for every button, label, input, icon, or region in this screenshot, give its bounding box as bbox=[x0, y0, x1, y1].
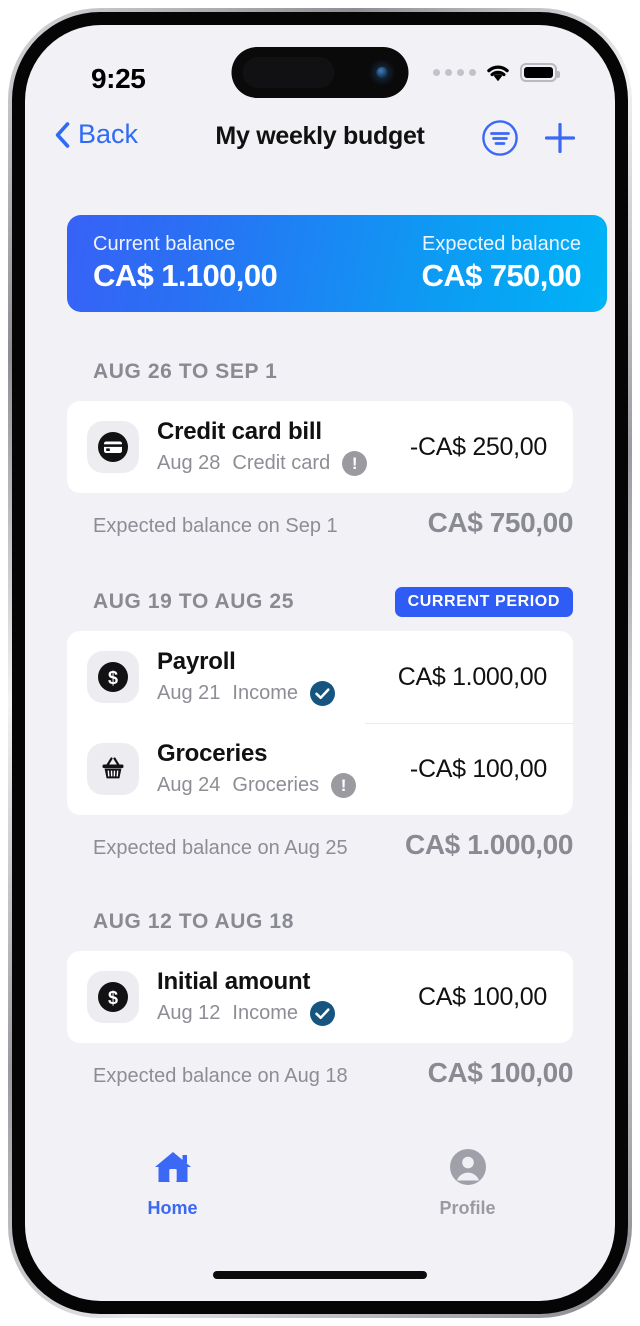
transaction-card: $ Payroll Aug 21 Income CA$ 1.000,00 Gro… bbox=[67, 631, 573, 815]
profile-avatar-icon bbox=[448, 1147, 488, 1192]
balance-summary-card[interactable]: Current balance CA$ 1.100,00 Expected ba… bbox=[67, 215, 607, 312]
dollar-coin-icon: $ bbox=[87, 651, 139, 703]
expected-balance-footer-label: Expected balance on Sep 1 bbox=[93, 515, 338, 537]
transaction-category: Credit card bbox=[232, 451, 331, 474]
tab-home[interactable]: Home bbox=[25, 1147, 320, 1219]
transaction-category: Income bbox=[232, 681, 298, 704]
back-label: Back bbox=[78, 119, 139, 149]
transaction-amount: -CA$ 100,00 bbox=[409, 754, 547, 783]
transaction-meta: Aug 24 Groceries bbox=[157, 772, 410, 798]
transaction-details: Groceries Aug 24 Groceries bbox=[157, 740, 410, 798]
expected-balance-footer-value: CA$ 750,00 bbox=[427, 507, 574, 538]
basket-icon bbox=[87, 743, 139, 795]
expected-balance-footer-value: CA$ 100,00 bbox=[427, 1057, 574, 1088]
warning-icon bbox=[342, 450, 368, 476]
section-footer: Expected balance on Aug 25 CA$ 1.000,00 bbox=[93, 829, 573, 861]
current-balance-label: Current balance bbox=[93, 232, 236, 255]
transaction-amount: -CA$ 250,00 bbox=[409, 432, 547, 461]
table-row[interactable]: $ Payroll Aug 21 Income CA$ 1.000,00 bbox=[67, 631, 573, 723]
section-header: AUG 26 TO SEP 1 bbox=[93, 355, 573, 389]
status-bar: 9:25 bbox=[25, 25, 615, 101]
current-balance-value: CA$ 1.100,00 bbox=[93, 257, 278, 293]
transaction-meta: Aug 28 Credit card bbox=[157, 450, 410, 476]
section-footer: Expected balance on Aug 18 CA$ 100,00 bbox=[93, 1057, 573, 1089]
transaction-meta: Aug 21 Income bbox=[157, 680, 398, 706]
section-header: AUG 19 TO AUG 25 CURRENT PERIOD bbox=[93, 585, 573, 619]
transaction-name: Payroll bbox=[157, 648, 236, 676]
svg-text:$: $ bbox=[108, 988, 118, 1008]
transaction-name: Credit card bill bbox=[157, 418, 322, 446]
section-header: AUG 12 TO AUG 18 bbox=[93, 905, 573, 939]
bottom-tab-bar: Home Profile bbox=[25, 1135, 615, 1231]
chevron-left-icon bbox=[55, 121, 70, 148]
period-section-aug12-aug18: AUG 12 TO AUG 18 $ Initial amount Aug 12… bbox=[25, 905, 615, 1089]
transaction-meta: Aug 12 Income bbox=[157, 1000, 418, 1026]
page-title: My weekly budget bbox=[215, 122, 425, 150]
section-title: AUG 12 TO AUG 18 bbox=[93, 910, 294, 933]
status-time: 9:25 bbox=[91, 63, 146, 94]
navigation-bar: Back My weekly budget bbox=[25, 111, 615, 173]
tab-profile[interactable]: Profile bbox=[320, 1147, 615, 1219]
section-footer: Expected balance on Sep 1 CA$ 750,00 bbox=[93, 507, 573, 539]
transaction-name: Groceries bbox=[157, 740, 268, 768]
svg-text:$: $ bbox=[108, 668, 118, 688]
expected-balance-footer-label: Expected balance on Aug 18 bbox=[93, 1065, 348, 1087]
home-indicator[interactable] bbox=[213, 1271, 427, 1279]
expected-balance-block: Expected balance CA$ 750,00 bbox=[421, 232, 582, 296]
table-row[interactable]: Credit card bill Aug 28 Credit card -CA$… bbox=[67, 401, 573, 493]
transaction-amount: CA$ 1.000,00 bbox=[397, 662, 548, 691]
expected-balance-value: CA$ 750,00 bbox=[421, 257, 582, 293]
battery-full-icon bbox=[520, 63, 560, 82]
dollar-coin-icon: $ bbox=[87, 971, 139, 1023]
section-title: AUG 19 TO AUG 25 bbox=[93, 590, 294, 613]
period-section-aug26-sep1: AUG 26 TO SEP 1 Credit card bill Aug 28 … bbox=[25, 355, 615, 539]
home-icon bbox=[151, 1147, 195, 1192]
transaction-date: Aug 28 bbox=[157, 451, 221, 474]
front-camera-icon bbox=[368, 59, 396, 86]
back-button[interactable]: Back bbox=[55, 119, 138, 150]
check-circle-icon bbox=[309, 1000, 335, 1026]
period-section-aug19-aug25: AUG 19 TO AUG 25 CURRENT PERIOD $ Payrol… bbox=[25, 585, 615, 861]
transaction-details: Credit card bill Aug 28 Credit card bbox=[157, 418, 410, 476]
status-badge: CURRENT PERIOD bbox=[394, 587, 573, 617]
cellular-dots-icon bbox=[433, 69, 476, 76]
transaction-amount: CA$ 100,00 bbox=[417, 982, 547, 1011]
check-circle-icon bbox=[309, 680, 335, 706]
table-row[interactable]: $ Initial amount Aug 12 Income CA$ 100,0… bbox=[67, 951, 573, 1043]
table-row[interactable]: Groceries Aug 24 Groceries -CA$ 100,00 bbox=[67, 723, 573, 815]
phone-frame: 9:25 Back My weekly budget Current balan… bbox=[8, 8, 632, 1318]
status-indicators bbox=[433, 63, 560, 82]
transaction-date: Aug 12 bbox=[157, 1001, 221, 1024]
tab-home-label: Home bbox=[147, 1198, 198, 1218]
credit-card-icon bbox=[87, 421, 139, 473]
transaction-date: Aug 24 bbox=[157, 773, 221, 796]
transaction-category: Income bbox=[232, 1001, 298, 1024]
warning-icon bbox=[331, 772, 357, 798]
phone-screen: 9:25 Back My weekly budget Current balan… bbox=[25, 25, 615, 1301]
dynamic-island bbox=[231, 47, 409, 98]
expected-balance-footer-value: CA$ 1.000,00 bbox=[405, 829, 573, 860]
transaction-date: Aug 21 bbox=[157, 681, 221, 704]
filter-sort-icon[interactable] bbox=[481, 119, 519, 157]
transaction-card: Credit card bill Aug 28 Credit card -CA$… bbox=[67, 401, 573, 493]
current-balance-block: Current balance CA$ 1.100,00 bbox=[93, 232, 278, 296]
transaction-name: Initial amount bbox=[157, 968, 311, 996]
wifi-icon bbox=[485, 63, 511, 82]
expected-balance-footer-label: Expected balance on Aug 25 bbox=[93, 837, 348, 859]
add-transaction-button[interactable] bbox=[543, 121, 577, 155]
transaction-card: $ Initial amount Aug 12 Income CA$ 100,0… bbox=[67, 951, 573, 1043]
tab-profile-label: Profile bbox=[439, 1198, 496, 1218]
screenshot-root: 9:25 Back My weekly budget Current balan… bbox=[0, 0, 640, 1326]
transaction-category: Groceries bbox=[232, 773, 320, 796]
phone-bezel: 9:25 Back My weekly budget Current balan… bbox=[12, 12, 628, 1314]
transaction-details: Initial amount Aug 12 Income bbox=[157, 968, 418, 1026]
section-title: AUG 26 TO SEP 1 bbox=[93, 360, 278, 383]
expected-balance-label: Expected balance bbox=[421, 232, 581, 255]
transaction-details: Payroll Aug 21 Income bbox=[157, 648, 398, 706]
